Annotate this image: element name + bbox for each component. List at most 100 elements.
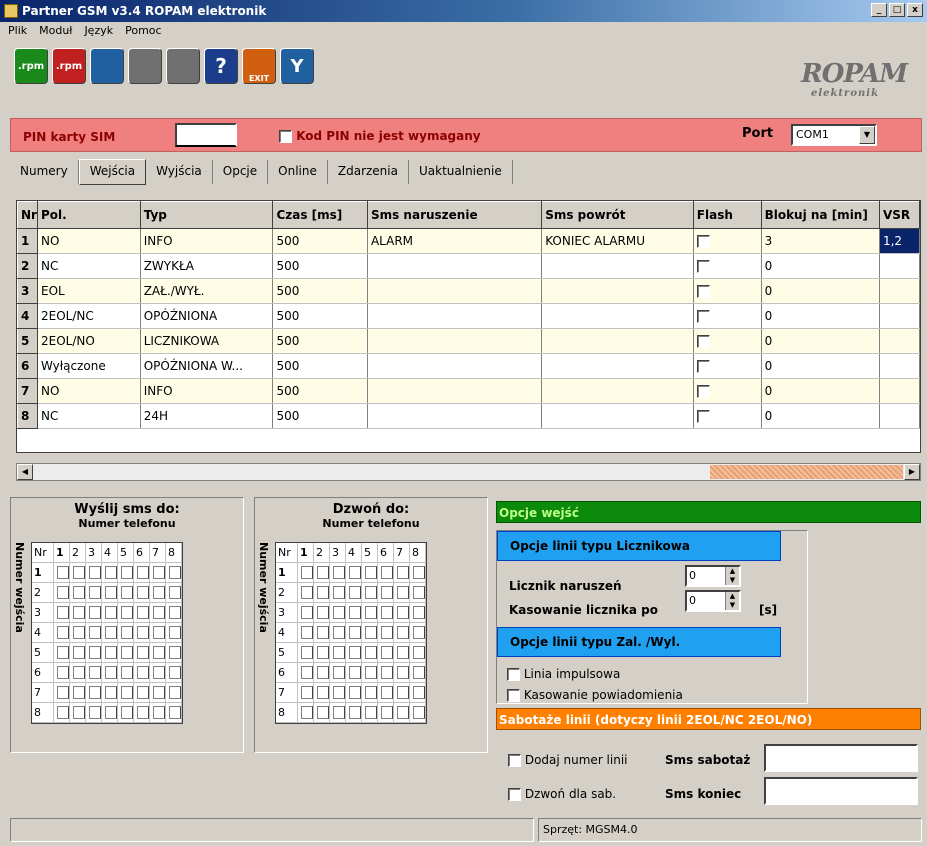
flash-checkbox[interactable]	[696, 385, 710, 398]
matrix-checkbox[interactable]	[150, 603, 166, 623]
table-row[interactable]: 2 NC ZWYKŁA 500 0	[17, 253, 920, 279]
matrix-checkbox[interactable]	[362, 643, 378, 663]
col-header-sms-powrot[interactable]: Sms powrót	[541, 201, 694, 229]
matrix-checkbox[interactable]	[346, 563, 362, 583]
table-cell[interactable]	[541, 253, 694, 279]
close-button[interactable]: x	[907, 3, 923, 17]
matrix-checkbox[interactable]	[134, 643, 150, 663]
table-cell[interactable]: 1,2	[879, 228, 920, 254]
table-cell[interactable]	[879, 403, 920, 429]
table-cell[interactable]	[879, 303, 920, 329]
matrix-checkbox[interactable]	[166, 563, 182, 583]
matrix-checkbox[interactable]	[314, 603, 330, 623]
add-line-box[interactable]	[508, 754, 521, 767]
table-cell[interactable]: NO	[37, 378, 141, 404]
matrix-checkbox[interactable]	[118, 663, 134, 683]
download-rpm-icon[interactable]: .rpm	[52, 48, 86, 84]
matrix-checkbox[interactable]	[410, 663, 426, 683]
matrix-checkbox[interactable]	[150, 583, 166, 603]
table-hscrollbar[interactable]: ◀ ▶	[16, 463, 921, 481]
matrix-checkbox[interactable]	[166, 623, 182, 643]
matrix-checkbox[interactable]	[298, 603, 314, 623]
matrix-checkbox[interactable]	[54, 623, 70, 643]
matrix-checkbox[interactable]	[150, 623, 166, 643]
matrix-checkbox[interactable]	[102, 643, 118, 663]
matrix-checkbox[interactable]	[102, 663, 118, 683]
matrix-checkbox[interactable]	[298, 623, 314, 643]
table-cell[interactable]	[367, 278, 543, 304]
matrix-checkbox[interactable]	[362, 603, 378, 623]
matrix-checkbox[interactable]	[362, 683, 378, 703]
matrix-checkbox[interactable]	[54, 583, 70, 603]
matrix-checkbox[interactable]	[346, 643, 362, 663]
table-cell[interactable]: ZWYKŁA	[140, 253, 274, 279]
matrix-checkbox[interactable]	[346, 583, 362, 603]
table-cell[interactable]: 24H	[140, 403, 274, 429]
matrix-checkbox[interactable]	[102, 703, 118, 723]
matrix-checkbox[interactable]	[394, 623, 410, 643]
help-icon[interactable]: ?	[204, 48, 238, 84]
scroll-thumb[interactable]	[710, 465, 903, 479]
table-row[interactable]: 6 Wyłączone OPÓŹNIONA W... 500 0	[17, 353, 920, 379]
col-header-czas[interactable]: Czas [ms]	[272, 201, 368, 229]
sms-sabotage-input[interactable]	[764, 744, 918, 772]
flash-checkbox[interactable]	[696, 335, 710, 348]
matrix-checkbox[interactable]	[394, 643, 410, 663]
matrix-checkbox[interactable]	[86, 703, 102, 723]
scroll-right-icon[interactable]: ▶	[904, 464, 920, 480]
menu-pomoc[interactable]: Pomoc	[123, 22, 171, 40]
matrix-checkbox[interactable]	[378, 683, 394, 703]
tab-wejscia[interactable]: Wejścia	[78, 159, 147, 185]
matrix-checkbox[interactable]	[134, 583, 150, 603]
tab-online[interactable]: Online	[268, 160, 328, 184]
flash-checkbox[interactable]	[696, 285, 710, 298]
table-cell[interactable]	[541, 378, 694, 404]
matrix-checkbox[interactable]	[86, 563, 102, 583]
matrix-checkbox[interactable]	[330, 683, 346, 703]
matrix-checkbox[interactable]	[378, 603, 394, 623]
table-cell[interactable]: 2EOL/NO	[37, 328, 141, 354]
counter-violations-spinner[interactable]: 0 ▲ ▼	[685, 565, 741, 587]
matrix-checkbox[interactable]	[362, 563, 378, 583]
table-cell[interactable]	[879, 378, 920, 404]
table-cell[interactable]	[541, 403, 694, 429]
table-cell[interactable]	[541, 353, 694, 379]
matrix-checkbox[interactable]	[314, 583, 330, 603]
matrix-checkbox[interactable]	[410, 603, 426, 623]
matrix-checkbox[interactable]	[330, 603, 346, 623]
matrix-checkbox[interactable]	[362, 703, 378, 723]
table-cell[interactable]	[879, 253, 920, 279]
table-cell[interactable]: NC	[37, 403, 141, 429]
table-cell[interactable]: 500	[272, 328, 368, 354]
table-cell[interactable]: NC	[37, 253, 141, 279]
matrix-checkbox[interactable]	[410, 563, 426, 583]
flash-checkbox[interactable]	[696, 360, 710, 373]
table-cell[interactable]: 500	[272, 278, 368, 304]
matrix-checkbox[interactable]	[150, 643, 166, 663]
matrix-checkbox[interactable]	[86, 583, 102, 603]
matrix-checkbox[interactable]	[298, 703, 314, 723]
matrix-checkbox[interactable]	[70, 603, 86, 623]
col-header-nr[interactable]: Nr	[17, 201, 38, 229]
flash-cell[interactable]	[693, 328, 762, 354]
table-cell[interactable]: EOL	[37, 278, 141, 304]
matrix-checkbox[interactable]	[346, 703, 362, 723]
matrix-checkbox[interactable]	[410, 703, 426, 723]
table-cell[interactable]: 3	[761, 228, 880, 254]
matrix-checkbox[interactable]	[378, 663, 394, 683]
matrix-checkbox[interactable]	[166, 583, 182, 603]
table-cell[interactable]	[541, 303, 694, 329]
tab-opcje[interactable]: Opcje	[213, 160, 269, 184]
upload-rpm-icon[interactable]: .rpm	[14, 48, 48, 84]
matrix-checkbox[interactable]	[314, 663, 330, 683]
spinner-arrows-icon[interactable]: ▲ ▼	[725, 592, 739, 610]
table-cell[interactable]: Wyłączone	[37, 353, 141, 379]
table-cell[interactable]	[541, 328, 694, 354]
table-cell[interactable]: 0	[761, 303, 880, 329]
matrix-checkbox[interactable]	[166, 663, 182, 683]
counter-reset-spinner[interactable]: 0 ▲ ▼	[685, 590, 741, 612]
flash-checkbox[interactable]	[696, 410, 710, 423]
matrix-checkbox[interactable]	[118, 703, 134, 723]
tab-wyjscia[interactable]: Wyjścia	[146, 160, 213, 184]
matrix-checkbox[interactable]	[410, 643, 426, 663]
